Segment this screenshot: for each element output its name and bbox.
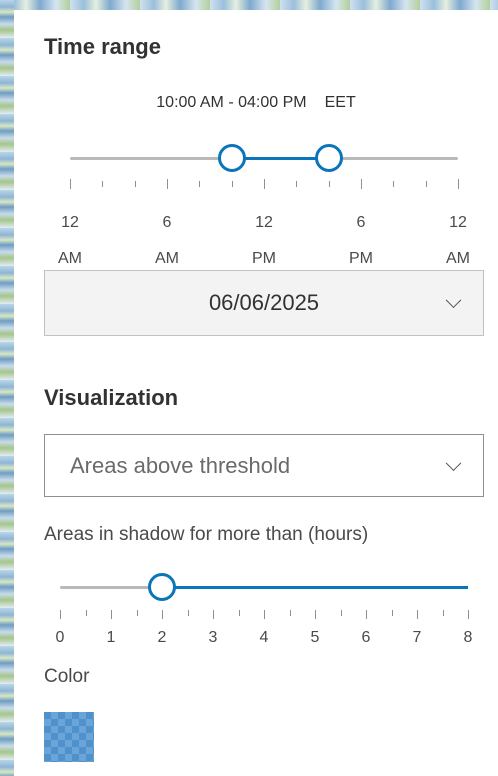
time-tick-label: 12 <box>61 214 79 231</box>
time-tick-label: 6 <box>356 214 366 231</box>
threshold-scale-label: 0 <box>55 629 65 646</box>
threshold-scale-label: 1 <box>106 629 116 646</box>
threshold-scale-label: 2 <box>157 629 167 646</box>
time-end-handle[interactable] <box>314 144 343 172</box>
time-tick-label: 12 <box>255 214 273 231</box>
time-tick <box>70 179 71 189</box>
time-tick <box>458 179 459 189</box>
time-range-heading: Time range <box>44 34 161 59</box>
threshold-tick <box>340 610 342 616</box>
map-background-edge <box>0 0 14 776</box>
time-start-handle[interactable] <box>217 144 246 172</box>
time-tick-label: 6 <box>162 214 172 231</box>
threshold-tick <box>85 610 87 616</box>
time-tick <box>167 179 168 189</box>
threshold-tick <box>60 610 61 619</box>
time-tick <box>134 181 136 187</box>
threshold-scale-label: 5 <box>310 629 320 646</box>
time-tick <box>393 181 395 187</box>
chevron-down-icon <box>445 292 462 309</box>
time-tick <box>199 181 201 187</box>
threshold-tick <box>162 610 163 619</box>
map-background-top <box>0 0 498 10</box>
threshold-tick <box>238 610 240 616</box>
date-picker[interactable]: 06/06/2025 <box>44 270 484 336</box>
threshold-tick <box>136 610 138 616</box>
time-tick-period: PM <box>349 250 373 267</box>
chevron-down-icon <box>445 454 462 471</box>
time-range-value: 10:00 AM - 04:00 PM <box>156 94 307 111</box>
time-range-slider[interactable]: 12 AM 6 AM 12 PM 6 PM 12 AM <box>58 144 470 268</box>
time-tick <box>361 179 362 189</box>
time-range-readout: 10:00 AM - 04:00 PM EET <box>14 94 498 112</box>
threshold-tick <box>417 610 418 619</box>
threshold-tick <box>213 610 214 619</box>
time-tick-period: AM <box>58 250 82 267</box>
threshold-tick <box>366 610 367 619</box>
time-tick <box>231 181 233 187</box>
threshold-tick <box>264 610 265 619</box>
time-tick-period: AM <box>155 250 179 267</box>
threshold-scale-label: 8 <box>463 629 473 646</box>
visualization-type-value: Areas above threshold <box>70 452 291 478</box>
color-label: Color <box>44 666 90 687</box>
threshold-tick <box>315 610 316 619</box>
threshold-tick <box>391 610 393 616</box>
timezone-label: EET <box>324 94 356 111</box>
threshold-scale-label: 3 <box>208 629 218 646</box>
threshold-tick <box>442 610 444 616</box>
threshold-tick <box>468 610 469 619</box>
time-tick <box>425 181 427 187</box>
time-tick-label: 12 <box>449 214 467 231</box>
time-tick-period: PM <box>252 250 276 267</box>
threshold-label: Areas in shadow for more than (hours) <box>44 524 369 545</box>
threshold-tick <box>187 610 189 616</box>
threshold-slider-selected-range <box>162 586 468 589</box>
time-tick <box>296 181 298 187</box>
visualization-heading: Visualization <box>44 385 179 410</box>
threshold-slider[interactable]: 0 1 2 3 4 5 6 7 8 <box>56 573 472 654</box>
time-tick <box>264 179 265 189</box>
time-tick <box>328 181 330 187</box>
color-swatch[interactable] <box>44 712 94 762</box>
threshold-handle[interactable] <box>148 573 176 601</box>
threshold-scale-label: 7 <box>412 629 422 646</box>
time-tick <box>102 181 104 187</box>
visualization-type-select[interactable]: Areas above threshold <box>44 434 484 497</box>
threshold-tick <box>111 610 112 619</box>
shadow-cast-panel: Time range 10:00 AM - 04:00 PM EET 12 AM 6 A… <box>14 10 498 776</box>
threshold-scale-label: 6 <box>361 629 371 646</box>
threshold-scale-label: 4 <box>259 629 269 646</box>
date-value: 06/06/2025 <box>208 290 320 315</box>
time-tick-period: AM <box>446 250 470 267</box>
threshold-tick <box>289 610 291 616</box>
